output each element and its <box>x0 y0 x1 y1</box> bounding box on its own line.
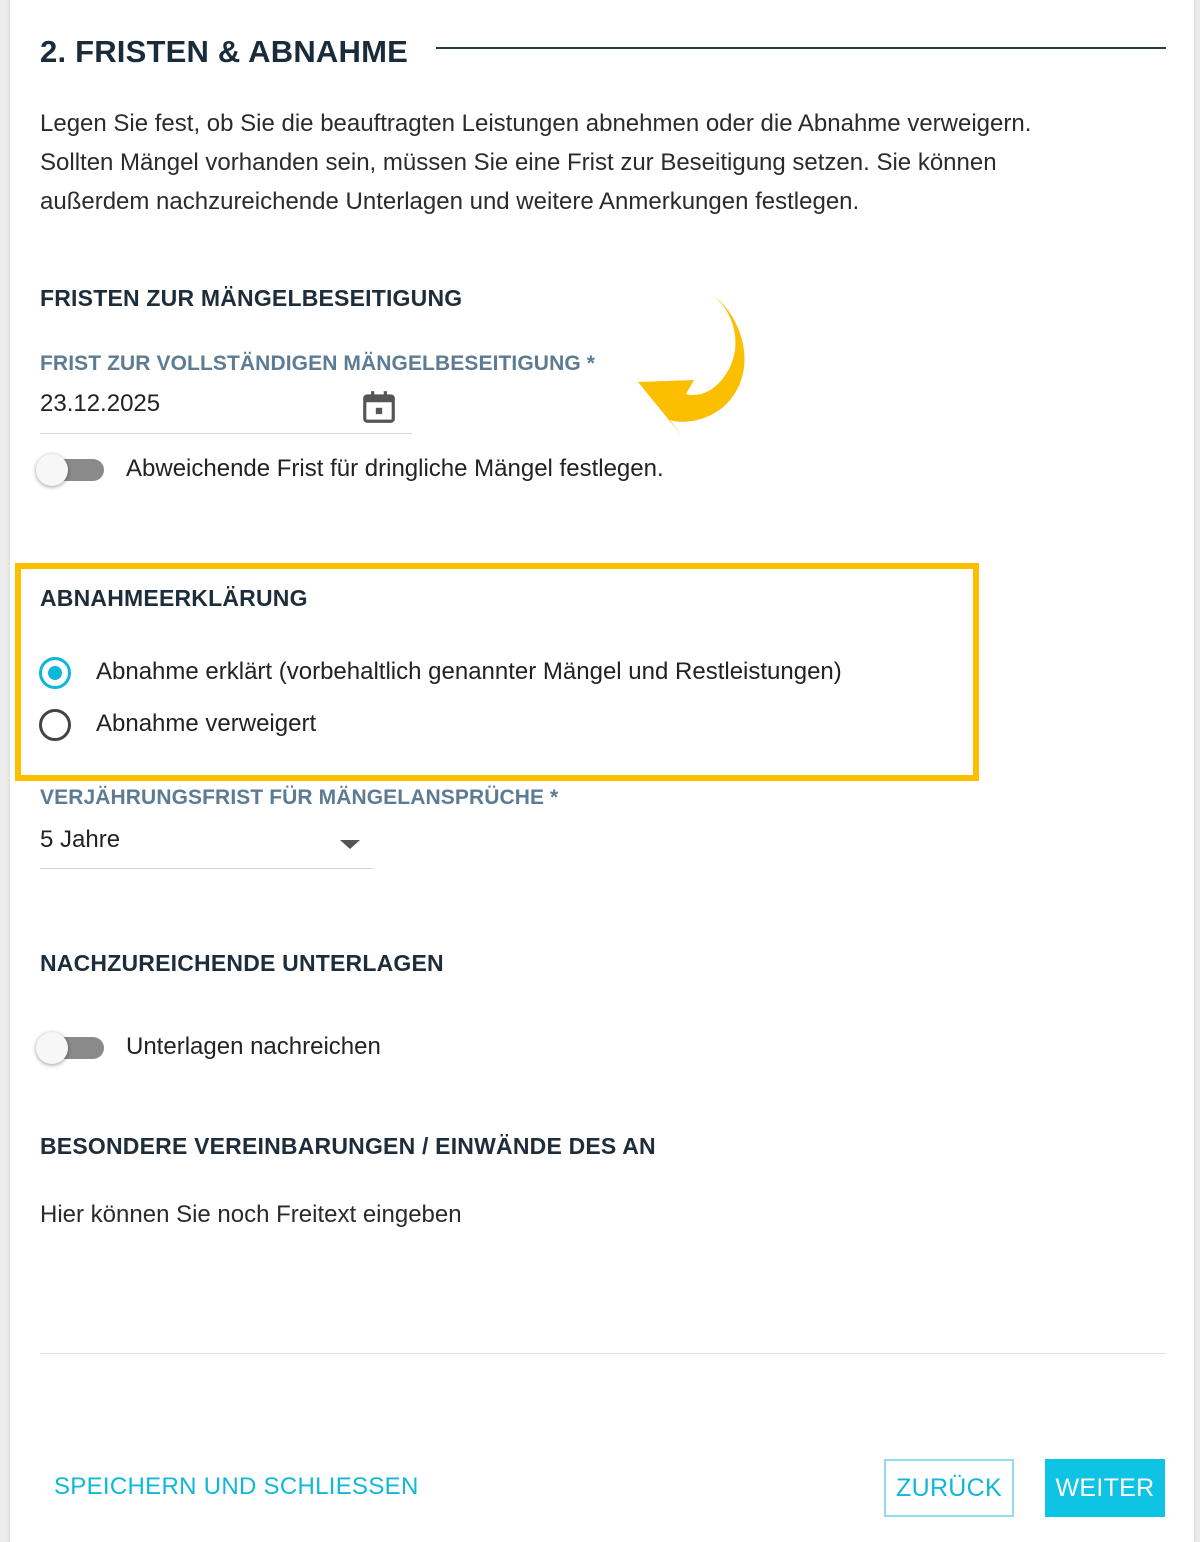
urgent-deadline-toggle[interactable] <box>36 452 106 488</box>
documents-heading: NACHZUREICHENDE UNTERLAGEN <box>40 950 444 976</box>
limitation-select[interactable]: 5 Jahre <box>40 820 373 870</box>
limitation-underline <box>40 868 373 869</box>
agreements-textarea[interactable]: Hier können Sie noch Freitext eingeben <box>40 1201 1140 1229</box>
save-and-close-button[interactable]: SPEICHERN UND SCHLIESSEN <box>54 1473 419 1501</box>
footer-divider <box>40 1353 1166 1354</box>
radio-label: Abnahme erklärt (vorbehaltlich genannter… <box>96 658 842 685</box>
curved-arrow-icon <box>630 286 760 446</box>
intro-text: Legen Sie fest, ob Sie die beauftragten … <box>40 104 1140 221</box>
deadlines-heading: FRISTEN ZUR MÄNGELBESEITIGUNG <box>40 285 463 311</box>
deadline-date-value: 23.12.2025 <box>40 390 161 417</box>
radio-unselected-icon <box>39 709 71 741</box>
documents-toggle-label: Unterlagen nachreichen <box>126 1033 381 1060</box>
back-button[interactable]: ZURÜCK <box>884 1459 1014 1517</box>
limitation-value: 5 Jahre <box>40 826 121 853</box>
intro-line-1: Legen Sie fest, ob Sie die beauftragten … <box>40 110 1032 137</box>
radio-label: Abnahme verweigert <box>96 710 317 737</box>
calendar-icon[interactable] <box>360 388 398 426</box>
urgent-deadline-toggle-label: Abweichende Frist für dringliche Mängel … <box>126 455 664 482</box>
documents-toggle[interactable] <box>36 1030 106 1066</box>
deadline-date-underline <box>40 433 412 434</box>
next-button[interactable]: WEITER <box>1045 1459 1165 1517</box>
radio-selected-icon <box>39 657 71 689</box>
intro-line-3: außerdem nachzureichende Unterlagen und … <box>40 188 860 215</box>
acceptance-heading: ABNAHMEERKLÄRUNG <box>40 585 308 611</box>
radio-acceptance-refused[interactable]: Abnahme verweigert <box>38 706 438 744</box>
toggle-thumb <box>36 454 68 486</box>
limitation-label: VERJÄHRUNGSFRIST FÜR MÄNGELANSPRÜCHE * <box>40 786 559 809</box>
page-title: 2. FRISTEN & ABNAHME <box>40 34 408 69</box>
form-panel: 2. FRISTEN & ABNAHME Legen Sie fest, ob … <box>10 0 1194 1542</box>
toggle-thumb <box>36 1032 68 1064</box>
title-divider <box>436 47 1166 49</box>
agreements-heading: BESONDERE VEREINBARUNGEN / EINWÄNDE DES … <box>40 1133 656 1159</box>
radio-acceptance-declared[interactable]: Abnahme erklärt (vorbehaltlich genannter… <box>38 654 938 692</box>
intro-line-2: Sollten Mängel vorhanden sein, müssen Si… <box>40 149 997 176</box>
deadline-date-field[interactable]: 23.12.2025 <box>40 386 412 434</box>
deadline-date-label: FRIST ZUR VOLLSTÄNDIGEN MÄNGELBESEITIGUN… <box>40 352 595 375</box>
dropdown-arrow-icon <box>340 837 360 849</box>
